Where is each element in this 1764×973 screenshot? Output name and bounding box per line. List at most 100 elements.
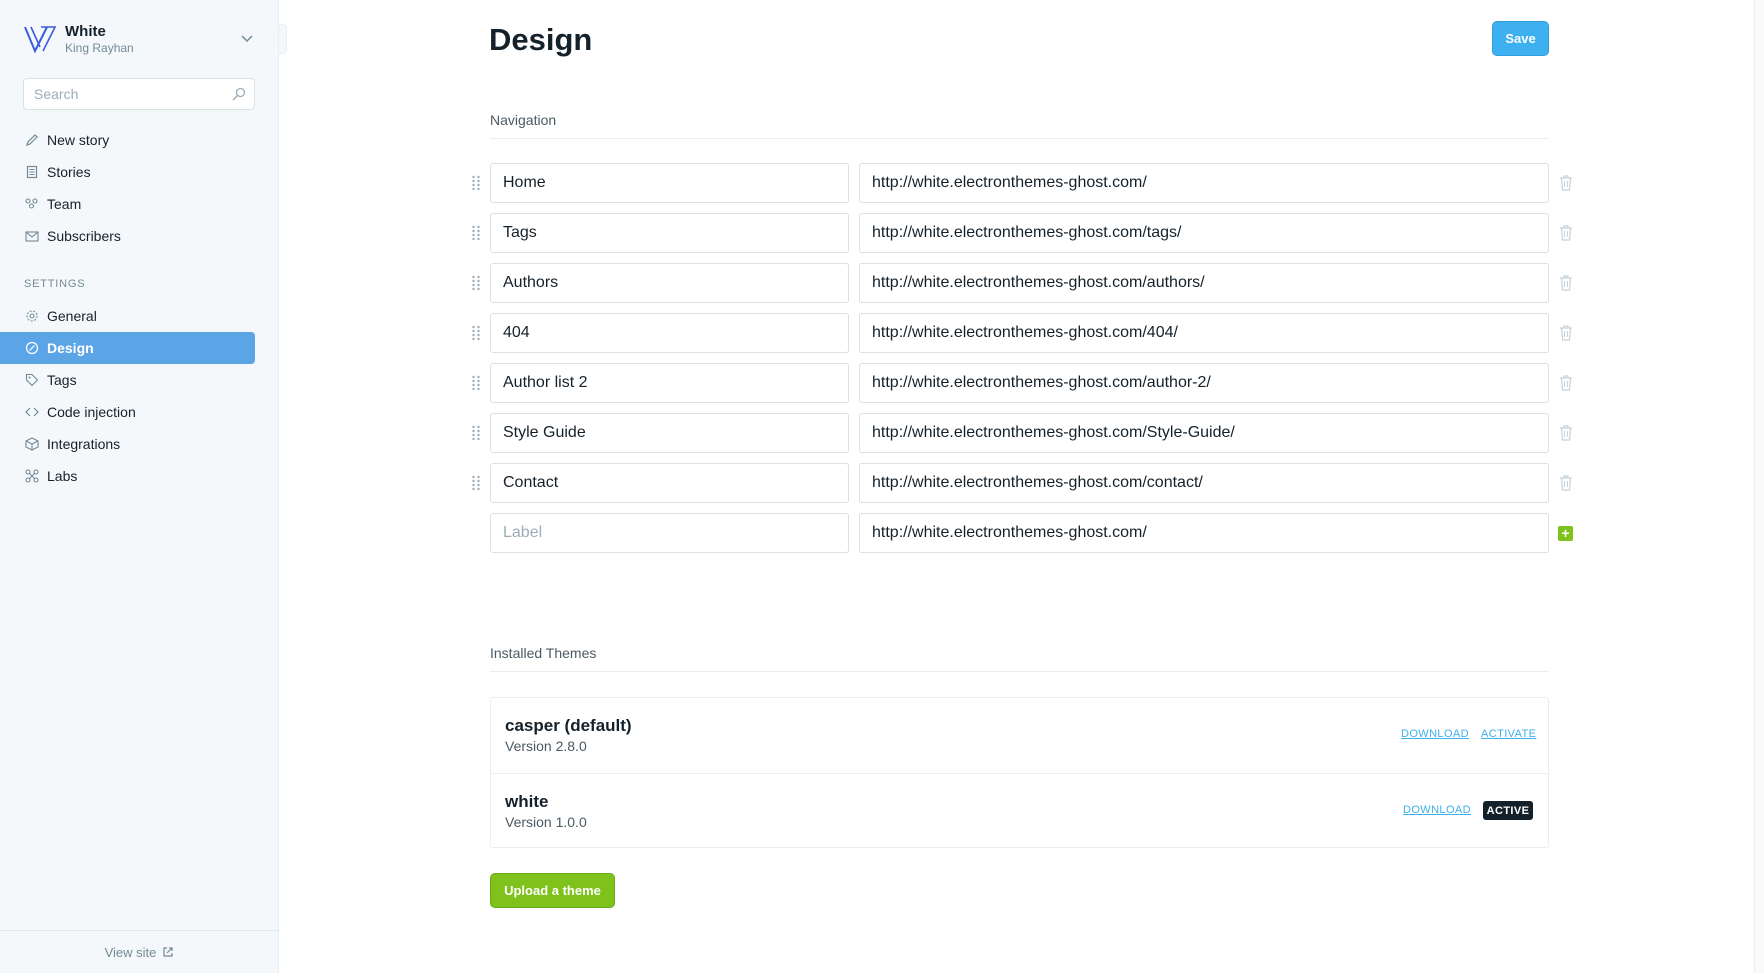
sidebar-item-label: New story <box>47 132 110 148</box>
sidebar-item-labs[interactable]: Labs <box>0 460 255 492</box>
search-icon[interactable] <box>232 87 246 101</box>
trash-icon[interactable] <box>1559 325 1573 341</box>
nav-label-input[interactable] <box>490 413 849 453</box>
design-icon <box>24 341 39 356</box>
sidebar-item-label: Labs <box>47 468 78 484</box>
nav-label-input[interactable] <box>490 363 849 403</box>
navigation-new-item: + <box>466 513 1586 553</box>
view-site-label: View site <box>104 944 157 960</box>
trash-icon[interactable] <box>1559 175 1573 191</box>
navigation-item <box>466 363 1586 403</box>
brand-logo-icon <box>24 26 57 54</box>
drag-handle-icon[interactable] <box>471 174 481 192</box>
nav-url-input[interactable] <box>859 263 1549 303</box>
search-input[interactable] <box>24 79 224 109</box>
sidebar-item-integrations[interactable]: Integrations <box>0 428 255 460</box>
add-icon[interactable]: + <box>1558 526 1573 541</box>
theme-row: white Version 1.0.0 DOWNLOAD ACTIVE <box>491 773 1548 848</box>
nav-url-input[interactable] <box>859 163 1549 203</box>
navigation-item <box>466 413 1586 453</box>
envelope-icon <box>24 229 39 244</box>
cube-icon <box>24 437 39 452</box>
sidebar-item-label: Tags <box>47 372 77 388</box>
nav-label-input[interactable] <box>490 263 849 303</box>
nav-label-input[interactable] <box>490 213 849 253</box>
sidebar-item-general[interactable]: General <box>0 300 255 332</box>
trash-icon[interactable] <box>1559 425 1573 441</box>
nav-url-input[interactable] <box>859 213 1549 253</box>
trash-icon[interactable] <box>1559 475 1573 491</box>
sidebar: White King Rayhan New story Stories Team… <box>0 0 279 973</box>
download-theme-link[interactable]: DOWNLOAD <box>1401 728 1469 740</box>
drag-handle-icon[interactable] <box>471 374 481 392</box>
trash-icon[interactable] <box>1559 375 1573 391</box>
nav-url-input[interactable] <box>859 313 1549 353</box>
drag-handle-icon[interactable] <box>471 274 481 292</box>
navigation-item <box>466 313 1586 353</box>
themes-section-title: Installed Themes <box>490 645 597 661</box>
theme-name: casper (default) <box>505 716 632 735</box>
navigation-section-title: Navigation <box>490 112 557 128</box>
active-theme-badge: ACTIVE <box>1483 801 1533 820</box>
drag-handle-icon[interactable] <box>471 424 481 442</box>
download-theme-link[interactable]: DOWNLOAD <box>1403 804 1471 816</box>
sidebar-item-new-story[interactable]: New story <box>0 124 255 156</box>
sidebar-item-stories[interactable]: Stories <box>0 156 255 188</box>
external-link-icon <box>163 947 173 957</box>
gear-icon <box>24 309 39 324</box>
nav-url-input[interactable] <box>859 463 1549 503</box>
divider <box>490 671 1549 672</box>
nav-label-input[interactable] <box>490 313 849 353</box>
drag-handle-icon[interactable] <box>471 324 481 342</box>
team-icon <box>24 197 39 212</box>
sidebar-item-label: General <box>47 308 97 324</box>
user-name: King Rayhan <box>65 40 134 55</box>
sidebar-resize-handle[interactable] <box>279 24 287 54</box>
nav-url-input[interactable] <box>859 413 1549 453</box>
pencil-icon <box>24 133 39 148</box>
sidebar-item-label: Subscribers <box>47 228 121 244</box>
sidebar-item-design[interactable]: Design <box>0 332 255 364</box>
navigation-item <box>466 463 1586 503</box>
save-button[interactable]: Save <box>1492 21 1549 56</box>
search-box <box>23 78 255 110</box>
upload-theme-button[interactable]: Upload a theme <box>490 873 615 908</box>
theme-row: casper (default) Version 2.8.0 DOWNLOAD … <box>491 698 1548 773</box>
new-nav-label-input[interactable] <box>490 513 849 553</box>
sidebar-item-tags[interactable]: Tags <box>0 364 255 396</box>
sidebar-item-code-injection[interactable]: Code injection <box>0 396 255 428</box>
sidebar-item-label: Design <box>47 340 94 356</box>
trash-icon[interactable] <box>1559 275 1573 291</box>
themes-list: casper (default) Version 2.8.0 DOWNLOAD … <box>490 697 1549 848</box>
chevron-down-icon[interactable] <box>239 30 255 46</box>
theme-version: Version 2.8.0 <box>505 738 587 754</box>
new-nav-url-input[interactable] <box>859 513 1549 553</box>
navigation-item <box>466 213 1586 253</box>
theme-version: Version 1.0.0 <box>505 814 587 830</box>
tag-icon <box>24 373 39 388</box>
divider <box>490 138 1549 139</box>
blog-name: White <box>65 22 106 40</box>
drag-handle-icon[interactable] <box>471 224 481 242</box>
document-icon <box>24 165 39 180</box>
trash-icon[interactable] <box>1559 225 1573 241</box>
view-site-link[interactable]: View site <box>0 930 279 973</box>
sidebar-item-label: Team <box>47 196 82 212</box>
nav-label-input[interactable] <box>490 463 849 503</box>
nav-url-input[interactable] <box>859 363 1549 403</box>
page-title: Design <box>489 22 593 57</box>
sidebar-item-label: Stories <box>47 164 91 180</box>
brand-menu[interactable]: White King Rayhan <box>23 22 255 56</box>
sidebar-item-team[interactable]: Team <box>0 188 255 220</box>
sidebar-item-label: Code injection <box>47 404 136 420</box>
activate-theme-link[interactable]: ACTIVATE <box>1481 728 1536 740</box>
drag-handle-icon[interactable] <box>471 474 481 492</box>
sidebar-item-subscribers[interactable]: Subscribers <box>0 220 255 252</box>
sidebar-item-label: Integrations <box>47 436 121 452</box>
theme-name: white <box>505 792 549 811</box>
scrollbar[interactable] <box>1754 0 1764 973</box>
navigation-item <box>466 263 1586 303</box>
code-icon <box>24 405 39 420</box>
labs-icon <box>24 469 39 484</box>
nav-label-input[interactable] <box>490 163 849 203</box>
